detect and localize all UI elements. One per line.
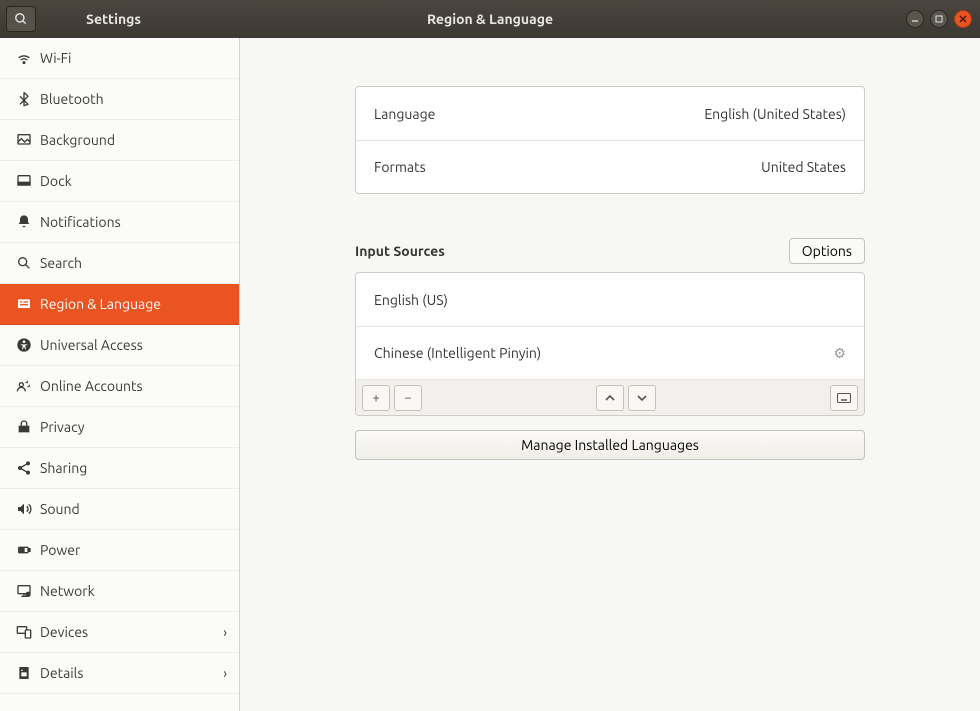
sidebar-item-label: Bluetooth xyxy=(40,91,104,107)
sidebar-item-sharing[interactable]: Sharing xyxy=(0,448,239,489)
sidebar-item-label: Devices xyxy=(40,624,88,640)
language-label: Language xyxy=(374,106,435,122)
sidebar-item-dock[interactable]: Dock xyxy=(0,161,239,202)
keyboard-icon xyxy=(837,393,851,403)
page-title: Region & Language xyxy=(427,11,553,27)
sidebar-item-devices[interactable]: Devices › xyxy=(0,612,239,653)
sharing-icon xyxy=(12,460,36,476)
sidebar-item-region-language[interactable]: Region & Language xyxy=(0,284,239,325)
sidebar-item-label: Search xyxy=(40,255,82,271)
language-row[interactable]: Language English (United States) xyxy=(356,87,864,140)
sidebar-item-label: Network xyxy=(40,583,95,599)
input-source-name: Chinese (Intelligent Pinyin) xyxy=(374,345,541,361)
input-source-row[interactable]: English (US) xyxy=(356,273,864,326)
sidebar-item-label: Sharing xyxy=(40,460,87,476)
sidebar-item-sound[interactable]: Sound xyxy=(0,489,239,530)
sidebar-item-network[interactable]: Network xyxy=(0,571,239,612)
input-sources-header: Input Sources Options xyxy=(355,238,865,264)
sidebar-item-label: Online Accounts xyxy=(40,378,143,394)
sidebar-item-privacy[interactable]: Privacy xyxy=(0,407,239,448)
language-formats-panel: Language English (United States) Formats… xyxy=(355,86,865,194)
sound-icon xyxy=(12,501,36,517)
devices-icon xyxy=(12,624,36,640)
sidebar-item-search[interactable]: Search xyxy=(0,243,239,284)
bell-icon xyxy=(12,214,36,230)
sidebar-item-label: Background xyxy=(40,132,115,148)
remove-source-button[interactable]: − xyxy=(394,385,422,411)
sidebar-item-label: Power xyxy=(40,542,80,558)
sidebar-item-label: Wi-Fi xyxy=(40,50,71,66)
move-up-button[interactable] xyxy=(596,385,624,411)
gear-icon[interactable]: ⚙ xyxy=(833,345,846,362)
input-sources-toolbar: + − xyxy=(356,379,864,415)
sidebar-item-notifications[interactable]: Notifications xyxy=(0,202,239,243)
move-down-button[interactable] xyxy=(628,385,656,411)
sidebar-item-details[interactable]: Details › xyxy=(0,653,239,694)
wifi-icon xyxy=(12,50,36,66)
network-icon xyxy=(12,583,36,599)
background-icon xyxy=(12,132,36,148)
sidebar-item-label: Details xyxy=(40,665,83,681)
sidebar-item-bluetooth[interactable]: Bluetooth xyxy=(0,79,239,120)
search-icon xyxy=(14,12,28,26)
bluetooth-icon xyxy=(12,91,36,107)
minimize-button[interactable] xyxy=(906,10,924,28)
region-icon xyxy=(12,296,36,312)
chevron-right-icon: › xyxy=(223,665,227,681)
sidebar-item-label: Notifications xyxy=(40,214,121,230)
language-value: English (United States) xyxy=(704,106,846,122)
formats-label: Formats xyxy=(374,159,426,175)
accessibility-icon xyxy=(12,337,36,353)
app-title: Settings xyxy=(86,11,141,27)
accounts-icon xyxy=(12,378,36,394)
details-icon xyxy=(12,665,36,681)
sidebar-item-label: Universal Access xyxy=(40,337,143,353)
manage-languages-button[interactable]: Manage Installed Languages xyxy=(355,430,865,460)
input-sources-title: Input Sources xyxy=(355,243,445,259)
power-icon xyxy=(12,542,36,558)
sidebar-item-background[interactable]: Background xyxy=(0,120,239,161)
sidebar-item-label: Privacy xyxy=(40,419,84,435)
input-sources-panel: English (US) Chinese (Intelligent Pinyin)… xyxy=(355,272,865,416)
options-button[interactable]: Options xyxy=(789,238,865,264)
close-button[interactable] xyxy=(954,10,972,28)
titlebar: Settings Region & Language xyxy=(0,0,980,38)
sidebar-item-power[interactable]: Power xyxy=(0,530,239,571)
add-source-button[interactable]: + xyxy=(362,385,390,411)
sidebar: Wi-Fi Bluetooth Background Dock Notification… xyxy=(0,38,240,711)
maximize-button[interactable] xyxy=(930,10,948,28)
sidebar-item-label: Sound xyxy=(40,501,80,517)
plus-icon: + xyxy=(372,391,379,405)
privacy-icon xyxy=(12,419,36,435)
chevron-right-icon: › xyxy=(223,624,227,640)
keyboard-layout-button[interactable] xyxy=(830,385,858,411)
sidebar-item-online-accounts[interactable]: Online Accounts xyxy=(0,366,239,407)
search-icon xyxy=(12,255,36,271)
search-button[interactable] xyxy=(6,6,36,32)
sidebar-item-label: Dock xyxy=(40,173,72,189)
sidebar-item-label: Region & Language xyxy=(40,296,161,312)
chevron-up-icon xyxy=(605,393,615,403)
content-area: Language English (United States) Formats… xyxy=(240,38,980,711)
input-source-name: English (US) xyxy=(374,292,448,308)
minus-icon: − xyxy=(404,391,411,405)
sidebar-item-universal-access[interactable]: Universal Access xyxy=(0,325,239,366)
window-controls xyxy=(906,10,972,28)
input-source-row[interactable]: Chinese (Intelligent Pinyin) ⚙ xyxy=(356,326,864,379)
sidebar-item-wi-fi[interactable]: Wi-Fi xyxy=(0,38,239,79)
dock-icon xyxy=(12,173,36,189)
formats-row[interactable]: Formats United States xyxy=(356,140,864,193)
chevron-down-icon xyxy=(637,393,647,403)
formats-value: United States xyxy=(761,159,846,175)
